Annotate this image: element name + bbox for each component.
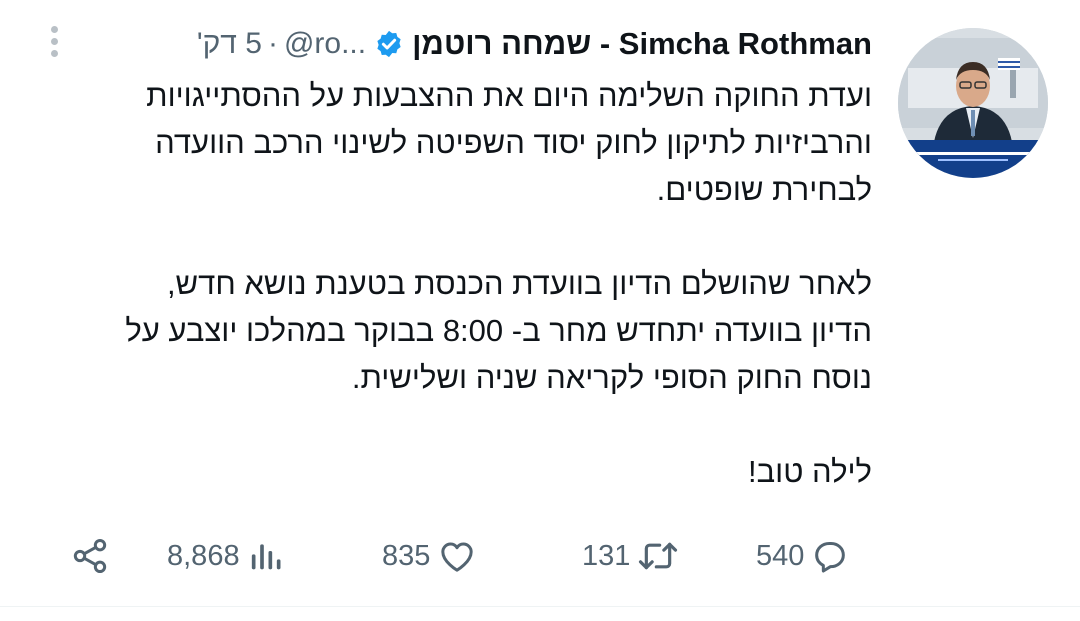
reply-icon [815,542,846,573]
text-line: ועדת החוקה השלימה היום את ההצבעות על ההס… [146,78,872,113]
avatar-image [898,28,1048,178]
reply-count: 540 [756,539,805,572]
retweet-icon [639,542,678,570]
share-button[interactable] [70,528,110,584]
tweet-header: שמחה רוטמן - Simcha Rothman @ro... · 5 ד… [197,22,872,66]
divider [0,606,1080,607]
author-handle[interactable]: @ro... [284,27,366,61]
text-line: הדיון בוועדה יתחדש מחר ב- 8:00 בבוקר במה… [125,313,872,348]
tweet[interactable]: שמחה רוטמן - Simcha Rothman @ro... · 5 ד… [0,0,1080,621]
like-button[interactable]: 835 [382,528,478,584]
retweet-button[interactable]: 131 [582,528,680,584]
more-options-icon[interactable] [46,26,62,60]
reply-button[interactable]: 540 [756,528,850,584]
share-icon [73,539,107,573]
text-line: נוסח החוק הסופי לקריאה שניה ושלישית. [351,360,872,395]
views-chart-icon [251,544,281,570]
tweet-text: ועדת החוקה השלימה היום את ההצבעות על ההס… [52,72,872,495]
text-line: לאחר שהושלם הדיון בוועדת הכנסת בטענת נוש… [166,266,872,301]
text-line: לבחירת שופטים. [656,172,872,207]
views-button[interactable]: 8,868 [167,528,286,584]
verified-badge-icon [377,30,401,58]
views-count: 8,868 [167,539,240,572]
separator-dot: · [267,27,278,60]
text-line: לילה טוב! [748,454,872,489]
timestamp[interactable]: 5 דק' [197,27,262,61]
heart-icon [441,542,474,572]
retweet-count: 131 [582,539,631,572]
author-name[interactable]: שמחה רוטמן - Simcha Rothman [412,26,872,62]
avatar[interactable] [898,28,1048,178]
action-bar: 540 131 835 8,868 [0,528,1080,584]
text-line: והרביזיות לתיקון לחוק יסוד השפיטה לשינוי… [155,125,872,160]
like-count: 835 [382,539,431,572]
